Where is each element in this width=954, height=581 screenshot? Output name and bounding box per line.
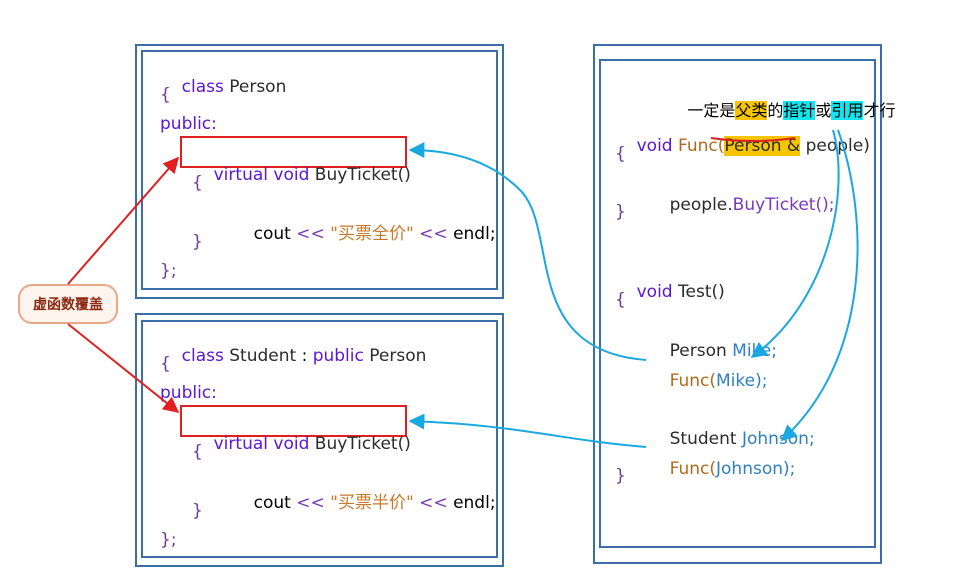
red-arrow-to-student (67, 323, 180, 413)
param-underline (710, 137, 796, 142)
blue-arrow-param-to-johnson (780, 129, 859, 442)
blue-arrow-johnson-to-student (408, 413, 647, 448)
diagram-canvas: class Person { public: virtual void BuyT… (0, 0, 954, 581)
blue-arrow-mike-to-person (408, 142, 647, 361)
red-arrow-to-person (67, 156, 180, 285)
blue-arrow-param-to-mike (750, 129, 840, 358)
connector-arrows (67, 129, 859, 448)
